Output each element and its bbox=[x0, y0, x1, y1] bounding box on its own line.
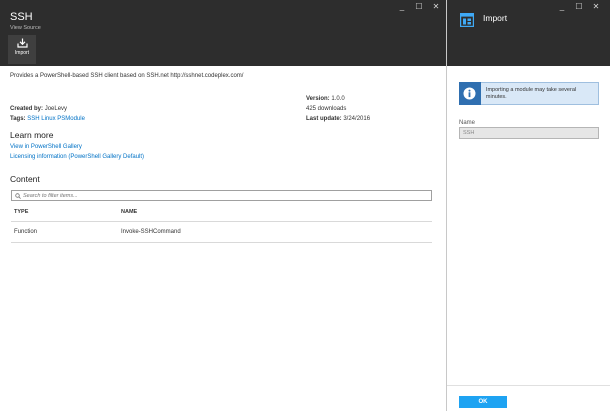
last-update-value: 3/24/2016 bbox=[343, 116, 371, 122]
filter-search-box[interactable] bbox=[11, 190, 432, 201]
licensing-info-link[interactable]: Licensing information (PowerShell Galler… bbox=[10, 154, 144, 160]
view-in-gallery-link[interactable]: View in PowerShell Gallery bbox=[10, 144, 82, 150]
import-button[interactable]: Import bbox=[8, 35, 36, 64]
table-header: TYPE NAME bbox=[11, 203, 432, 222]
tags-key: Tags: bbox=[10, 116, 26, 122]
module-meta-left: Created by: JoeLevy Tags: SSH Linux PSMo… bbox=[10, 104, 85, 124]
version-row: Version: 1.0.0 bbox=[306, 94, 370, 104]
info-message: Importing a module may take several minu… bbox=[485, 86, 577, 100]
name-field-label: Name bbox=[459, 120, 476, 126]
module-description: Provides a PowerShell-based SSH client b… bbox=[10, 73, 244, 79]
close-icon[interactable]: ✕ bbox=[592, 3, 600, 11]
info-icon bbox=[463, 87, 476, 99]
table-row[interactable]: Function Invoke-SSHCommand bbox=[11, 222, 432, 243]
version-value: 1.0.0 bbox=[331, 96, 345, 102]
import-window-controls: _ ☐ ✕ bbox=[558, 3, 600, 11]
info-banner: Importing a module may take several minu… bbox=[459, 81, 599, 105]
version-key: Version: bbox=[306, 96, 330, 102]
maximize-icon[interactable]: ☐ bbox=[575, 3, 583, 11]
filter-search-input[interactable] bbox=[21, 191, 431, 200]
module-blade: SSH View Source _ ☐ ✕ Import Provides a … bbox=[0, 0, 446, 411]
import-blade: Import _ ☐ ✕ Importing a module may take… bbox=[446, 0, 610, 411]
module-meta-right: Version: 1.0.0 425 downloads Last update… bbox=[306, 94, 370, 124]
last-update-key: Last update: bbox=[306, 116, 342, 122]
created-by-row: Created by: JoeLevy bbox=[10, 104, 85, 114]
tags-row: Tags: SSH Linux PSModule bbox=[10, 114, 85, 124]
close-icon[interactable]: ✕ bbox=[432, 3, 440, 11]
import-button-label: Import bbox=[14, 50, 30, 56]
name-field[interactable] bbox=[459, 127, 599, 139]
import-blade-title: Import bbox=[483, 13, 508, 23]
window-controls: _ ☐ ✕ bbox=[398, 3, 440, 11]
created-by-key: Created by: bbox=[10, 106, 44, 112]
last-update-row: Last update: 3/24/2016 bbox=[306, 114, 370, 124]
column-header-name[interactable]: NAME bbox=[121, 209, 432, 215]
blade-window-icon bbox=[460, 13, 474, 27]
minimize-icon[interactable]: _ bbox=[558, 3, 566, 11]
learn-more-links: View in PowerShell Gallery Licensing inf… bbox=[10, 142, 144, 162]
footer-divider bbox=[447, 385, 610, 386]
module-blade-header: SSH View Source _ ☐ ✕ Import bbox=[0, 0, 446, 66]
import-blade-header: Import _ ☐ ✕ bbox=[447, 0, 610, 66]
info-icon-container bbox=[459, 81, 481, 105]
row-type-cell: Function bbox=[14, 229, 38, 235]
downloads-count: 425 downloads bbox=[306, 106, 347, 112]
content-heading: Content bbox=[10, 174, 40, 184]
content-table: TYPE NAME Function Invoke-SSHCommand bbox=[11, 203, 432, 243]
learn-more-heading: Learn more bbox=[10, 130, 54, 140]
download-tray-icon bbox=[16, 38, 28, 48]
blade-title: SSH bbox=[10, 11, 33, 23]
created-by-value: JoeLevy bbox=[44, 106, 68, 112]
tags-link[interactable]: SSH Linux PSModule bbox=[27, 116, 85, 122]
blade-subtitle: View Source bbox=[10, 25, 41, 31]
maximize-icon[interactable]: ☐ bbox=[415, 3, 423, 11]
row-name-cell: Invoke-SSHCommand bbox=[121, 229, 181, 235]
column-header-type[interactable]: TYPE bbox=[11, 209, 121, 215]
ok-button[interactable]: OK bbox=[459, 396, 507, 408]
minimize-icon[interactable]: _ bbox=[398, 3, 406, 11]
